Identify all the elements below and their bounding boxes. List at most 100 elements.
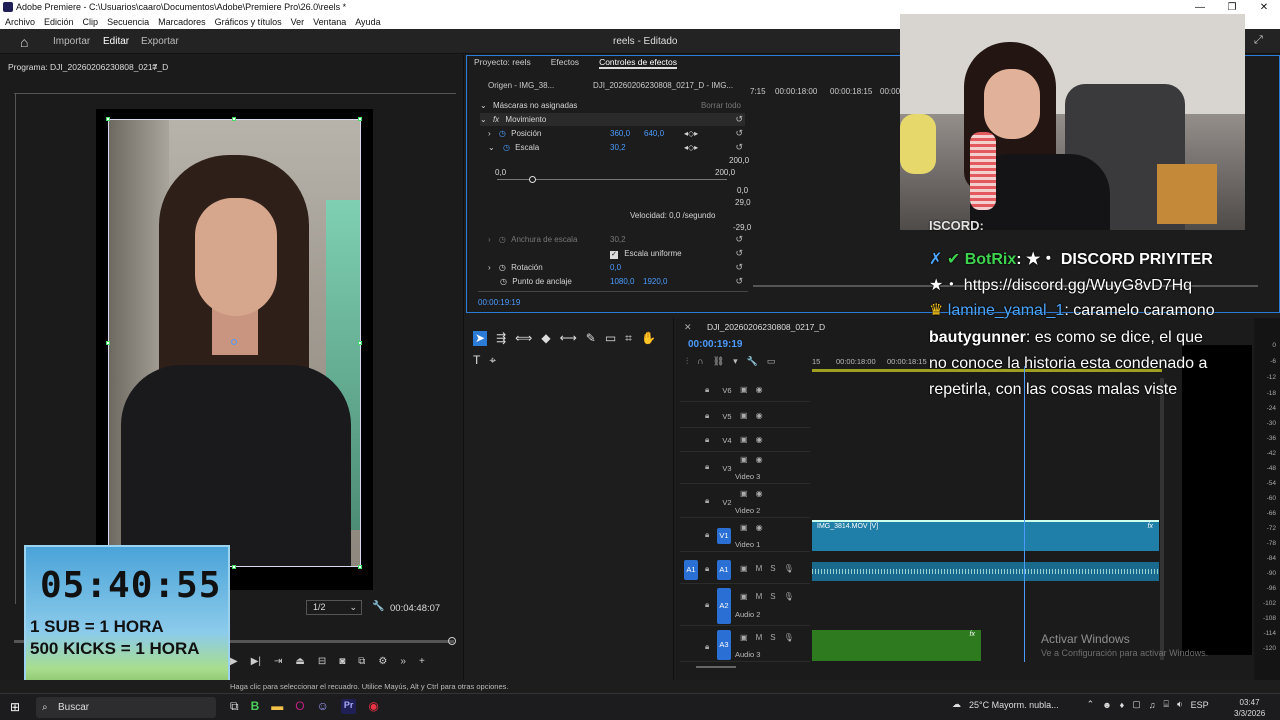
lock-icon[interactable]: 🔒︎	[705, 435, 709, 445]
film-icon[interactable]: ▣	[740, 385, 748, 394]
volume-icon[interactable]: 🔉︎	[1177, 699, 1183, 710]
task-view-icon[interactable]: ⧉	[230, 699, 239, 714]
tab-editar[interactable]: Editar	[103, 36, 129, 47]
more-icon[interactable]: »	[400, 656, 406, 667]
position-x[interactable]: 360,0	[610, 127, 630, 140]
lock-icon[interactable]: 🔒︎	[705, 411, 709, 421]
tab-exportar[interactable]: Exportar	[141, 36, 179, 47]
tab-efectos[interactable]: Efectos	[551, 57, 579, 69]
marker-icon[interactable]: ▾	[733, 356, 738, 367]
audio-clip-a1[interactable]	[812, 562, 1159, 581]
close-sequence-icon[interactable]: ✕	[684, 322, 692, 333]
reset-icon[interactable]: ↺	[735, 233, 743, 246]
eye-icon[interactable]: ◉	[756, 411, 763, 420]
home-icon[interactable]: ⌂	[20, 34, 28, 50]
opera-icon[interactable]: O	[295, 699, 304, 714]
track-target-v1[interactable]: V1	[717, 528, 731, 544]
sequence-clip-tab[interactable]: DJI_20260206230808_0217_D - IMG...	[593, 81, 733, 90]
eye-icon[interactable]: ◉	[756, 455, 763, 464]
stopwatch-icon[interactable]: ◷	[499, 263, 506, 272]
settings-icon[interactable]: ⚙	[378, 656, 387, 667]
tray-icon[interactable]: ♫	[1149, 700, 1156, 710]
film-icon[interactable]: ▣	[740, 564, 748, 573]
nest-icon[interactable]: ⫶	[686, 356, 688, 367]
motion-row[interactable]: ⌄ fx Movimiento ↺	[480, 113, 745, 126]
transform-handle[interactable]	[106, 117, 110, 121]
film-icon[interactable]: ▣	[740, 592, 748, 601]
uniform-scale-checkbox[interactable]: ✓	[610, 251, 618, 259]
taskbar-search[interactable]: ⌕ Buscar	[36, 697, 216, 718]
transform-handle[interactable]	[358, 565, 362, 569]
eye-icon[interactable]: ◉	[756, 489, 763, 498]
camera-icon[interactable]: ◙	[339, 656, 345, 667]
add-icon[interactable]: +	[419, 656, 425, 667]
track-target-a3[interactable]: A3	[717, 630, 731, 660]
keyframe-nav-icon[interactable]: ◂◇▸	[684, 141, 698, 154]
tab-proyecto[interactable]: Proyecto: reels	[474, 57, 531, 69]
film-icon[interactable]: ▣	[740, 523, 748, 532]
scale-value[interactable]: 30,2	[610, 141, 626, 154]
b-app-icon[interactable]: B	[251, 699, 260, 714]
mute-icon[interactable]: M	[756, 633, 763, 642]
fullscreen-icon[interactable]: ⤢	[1254, 34, 1263, 47]
film-icon[interactable]: ▣	[740, 633, 748, 642]
auto-reframe-icon[interactable]: ⌖	[489, 353, 496, 368]
chevron-up-icon[interactable]: ⌃	[1087, 699, 1095, 710]
video-clip[interactable]: IMG_3814.MOV [V] fx	[812, 520, 1159, 551]
track-target-a2[interactable]: A2	[717, 588, 731, 624]
stopwatch-icon[interactable]: ◷	[500, 277, 507, 286]
tray-icon[interactable]: ▢	[1132, 699, 1141, 710]
anchor-y[interactable]: 1920,0	[643, 275, 667, 288]
mic-icon[interactable]: 🎙︎	[784, 633, 794, 642]
lift-icon[interactable]: ⏏	[295, 656, 304, 667]
menu-ventana[interactable]: Ventana	[313, 15, 346, 29]
menu-clip[interactable]: Clip	[83, 15, 99, 29]
chevron-right-icon[interactable]: ›	[488, 263, 491, 272]
compare-icon[interactable]: ⧉	[358, 656, 365, 667]
mute-icon[interactable]: M	[756, 564, 763, 573]
go-to-out-icon[interactable]: ⇥	[274, 656, 282, 667]
text-tool-icon[interactable]: T	[473, 353, 480, 368]
lock-icon[interactable]: 🔒︎	[705, 462, 709, 472]
lock-icon[interactable]: 🔒︎	[705, 496, 709, 506]
premiere-taskbar-icon[interactable]: Pr	[340, 699, 357, 714]
audio-clip-a3[interactable]: fx	[812, 630, 981, 661]
play-icon[interactable]: ▶	[230, 656, 238, 667]
hand-icon[interactable]: ✋	[641, 331, 656, 346]
ripple-edit-icon[interactable]: ⟺	[515, 331, 532, 346]
menu-ayuda[interactable]: Ayuda	[355, 15, 380, 29]
selection-tool-icon[interactable]: ➤	[473, 331, 488, 346]
mic-icon[interactable]: 🎙︎	[784, 592, 794, 601]
stopwatch-icon[interactable]: ◷	[499, 129, 506, 138]
rotation-value[interactable]: 0,0	[610, 261, 621, 274]
keyframe-nav-icon[interactable]: ◂◇▸	[684, 127, 698, 140]
reset-icon[interactable]: ↺	[735, 113, 743, 126]
discord-icon[interactable]: ☺	[317, 699, 329, 714]
reset-icon[interactable]: ↺	[735, 275, 743, 288]
mute-icon[interactable]: M	[756, 592, 763, 601]
extract-icon[interactable]: ⊟	[318, 656, 326, 667]
weather-text[interactable]: 25°C Mayorm. nubla...	[969, 700, 1059, 710]
wrench-icon[interactable]: 🔧	[372, 601, 384, 612]
panel-menu-icon[interactable]: ≡	[152, 62, 157, 72]
linked-icon[interactable]: ⛓	[713, 356, 724, 367]
transform-handle[interactable]	[232, 117, 236, 121]
razor-icon[interactable]: ◆	[541, 331, 550, 346]
crop-icon[interactable]: ⌗	[625, 331, 632, 346]
reset-icon[interactable]: ↺	[735, 141, 743, 154]
clear-all-button[interactable]: Borrar todo	[701, 99, 741, 112]
position-y[interactable]: 640,0	[644, 127, 664, 140]
restore-icon[interactable]: ❐	[1216, 0, 1248, 15]
lock-icon[interactable]: 🔒︎	[705, 385, 709, 395]
anchor-point-icon[interactable]	[231, 339, 237, 345]
menu-archivo[interactable]: Archivo	[5, 15, 35, 29]
transform-handle[interactable]	[358, 341, 362, 345]
network-icon[interactable]: ⌸	[1164, 699, 1169, 710]
source-clip-tab[interactable]: Origen - IMG_38...	[488, 81, 554, 90]
chevron-icon[interactable]: ⌄	[480, 115, 487, 124]
scale-slider-thumb[interactable]	[529, 176, 536, 183]
solo-icon[interactable]: S	[770, 592, 775, 601]
eye-icon[interactable]: ◉	[756, 385, 763, 394]
reset-icon[interactable]: ↺	[735, 261, 743, 274]
reset-icon[interactable]: ↺	[735, 127, 743, 140]
